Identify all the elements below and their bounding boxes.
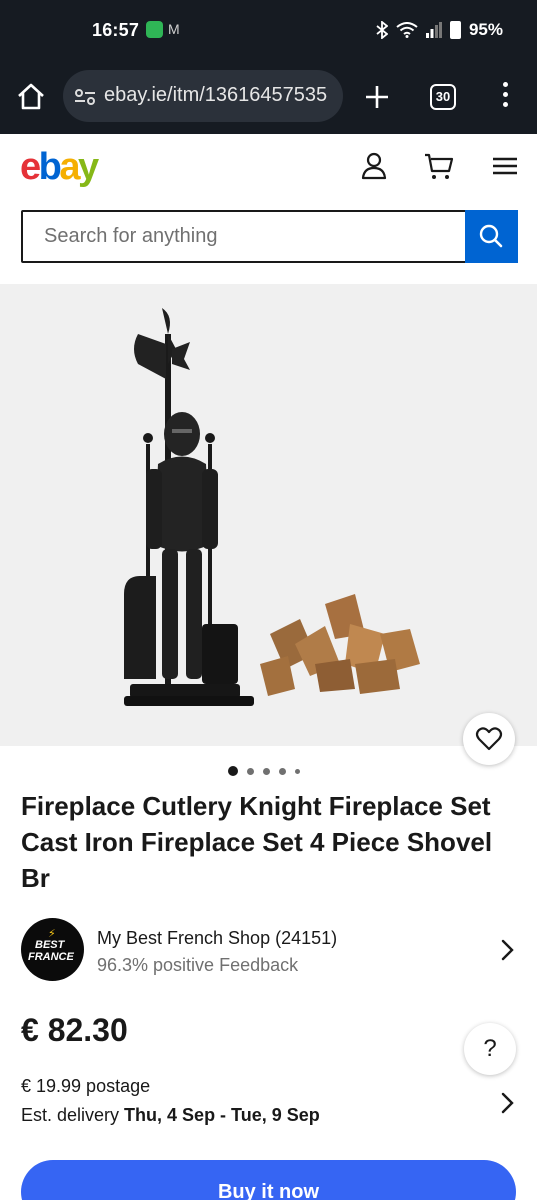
seller-logo-line1: BEST — [35, 939, 65, 951]
seller-avatar[interactable]: ⚡ BEST FRANCE — [21, 918, 84, 981]
status-bar: 16:57 M 95% — [0, 0, 537, 60]
ebay-logo[interactable]: ebay — [20, 146, 99, 189]
notification-app-icon — [146, 21, 163, 38]
battery-icon — [449, 21, 461, 39]
tabs-icon[interactable]: 30 — [430, 84, 456, 110]
delivery-dates: Thu, 4 Sep - Tue, 9 Sep — [124, 1105, 320, 1125]
heart-icon — [475, 727, 503, 751]
site-header: ebay — [0, 134, 537, 204]
search-icon — [479, 224, 503, 248]
seller-feedback: 96.3% positive Feedback — [97, 955, 299, 975]
search-input[interactable] — [23, 212, 468, 261]
product-title: Fireplace Cutlery Knight Fireplace Set C… — [21, 791, 493, 893]
hamburger-menu-icon[interactable] — [490, 151, 520, 181]
seller-info[interactable]: ⚡ BEST FRANCE My Best French Shop (24151… — [21, 918, 521, 982]
gallery-dot[interactable] — [228, 766, 238, 776]
estimated-delivery: Est. delivery Thu, 4 Sep - Tue, 9 Sep — [21, 1105, 320, 1126]
watchlist-button[interactable] — [463, 713, 515, 765]
seller-name[interactable]: My Best French Shop (24151) — [97, 928, 337, 949]
gallery-dot[interactable] — [295, 768, 300, 774]
bluetooth-icon — [376, 21, 388, 39]
gallery-dot[interactable] — [247, 767, 254, 775]
cart-icon[interactable] — [424, 151, 454, 181]
postage-cost: € 19.99 postage — [21, 1076, 151, 1096]
url-text[interactable]: ebay.ie/itm/13616457535 — [104, 84, 327, 107]
delivery-label: Est. delivery — [21, 1105, 125, 1125]
tab-count: 30 — [435, 89, 451, 104]
new-tab-icon[interactable] — [363, 83, 391, 111]
product-image-gallery[interactable] — [0, 284, 537, 746]
gallery-dot[interactable] — [263, 767, 270, 775]
browser-toolbar: ebay.ie/itm/13616457535 30 — [0, 60, 537, 134]
site-settings-icon[interactable] — [73, 85, 97, 109]
gallery-pagination — [228, 765, 300, 777]
search-bar — [21, 210, 518, 263]
buy-it-now-button[interactable]: Buy it now — [21, 1160, 516, 1200]
gmail-icon: M — [168, 21, 180, 37]
home-icon[interactable] — [14, 80, 48, 114]
overflow-menu-icon[interactable] — [498, 82, 512, 112]
chevron-right-icon[interactable] — [499, 938, 515, 962]
seller-logo-line2: FRANCE — [28, 951, 74, 963]
product-image[interactable] — [110, 304, 450, 724]
item-price: € 82.30 — [21, 1012, 128, 1048]
address-bar[interactable]: ebay.ie/itm/13616457535 — [63, 70, 343, 122]
search-button[interactable] — [465, 210, 518, 263]
status-time: 16:57 — [92, 20, 140, 40]
help-button[interactable]: ? — [464, 1023, 516, 1075]
account-icon[interactable] — [359, 151, 389, 181]
chevron-right-icon[interactable] — [499, 1091, 515, 1115]
signal-icon — [425, 22, 442, 38]
status-right-group: 95% — [376, 20, 503, 40]
battery-percent: 95% — [468, 20, 503, 39]
wifi-icon — [396, 22, 418, 38]
gallery-dot[interactable] — [279, 767, 286, 775]
